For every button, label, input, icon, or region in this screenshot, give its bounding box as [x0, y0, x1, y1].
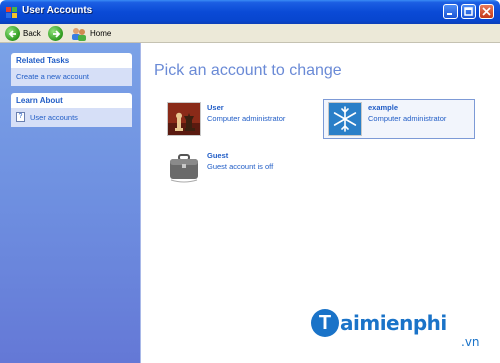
minimize-button[interactable] [443, 4, 458, 19]
account-name: Guest [207, 151, 229, 160]
close-icon [482, 7, 491, 16]
account-user[interactable]: User Computer administrator [167, 102, 285, 136]
back-button[interactable]: Back [5, 25, 41, 42]
watermark-brand: aimienphi [340, 311, 447, 335]
page-title: Pick an account to change [154, 62, 342, 79]
watermark-logo: T [311, 309, 339, 337]
chess-pieces-picture [167, 102, 201, 136]
maximize-button[interactable] [461, 4, 476, 19]
forward-button[interactable] [48, 25, 63, 42]
help-icon: ? [16, 112, 25, 122]
user-accounts-help-link[interactable]: ? User accounts [16, 112, 127, 122]
watermark-suffix: .vn [461, 335, 480, 349]
home-label: Home [90, 29, 112, 38]
create-account-link[interactable]: Create a new account [16, 72, 127, 81]
related-tasks-header[interactable]: Related Tasks [11, 53, 132, 68]
account-description: Computer administrator [368, 114, 447, 123]
related-tasks-panel: Related Tasks Create a new account [11, 53, 132, 86]
window-title: User Accounts [22, 5, 93, 16]
account-example[interactable]: example Computer administrator [323, 99, 475, 139]
account-guest[interactable]: Guest Guest account is off [167, 150, 273, 184]
main-content: Pick an account to change User Computer … [140, 43, 500, 363]
user-accounts-icon [6, 7, 17, 18]
toolbar: Back Home [0, 24, 500, 43]
account-name: User [207, 103, 224, 112]
learn-about-header[interactable]: Learn About [11, 93, 132, 108]
back-arrow-icon [5, 26, 20, 41]
home-button[interactable]: Home [71, 25, 111, 42]
snowflake-picture [328, 102, 362, 136]
task-pane: Related Tasks Create a new account Learn… [0, 43, 140, 363]
learn-about-panel: Learn About ? User accounts [11, 93, 132, 127]
account-description: Computer administrator [207, 114, 286, 123]
back-label: Back [23, 29, 41, 38]
user-accounts-help-label: User accounts [30, 112, 78, 122]
account-name: example [368, 103, 399, 112]
watermark: T aimienphi .vn [311, 305, 491, 355]
close-button[interactable] [479, 4, 494, 19]
forward-arrow-icon [48, 26, 63, 41]
create-account-label: Create a new account [16, 72, 89, 81]
users-icon [72, 27, 86, 41]
briefcase-picture [167, 150, 201, 184]
maximize-icon [464, 7, 473, 16]
title-bar: User Accounts [0, 0, 500, 24]
account-description: Guest account is off [207, 162, 274, 171]
minimize-icon [447, 13, 452, 15]
